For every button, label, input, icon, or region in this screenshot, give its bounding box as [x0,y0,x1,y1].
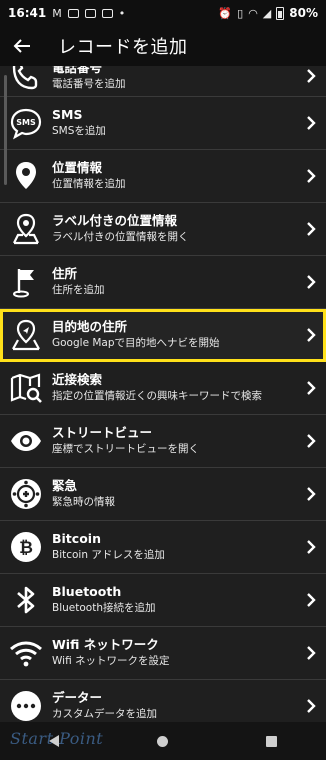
row-subtitle: Bitcoin アドレスを追加 [52,549,165,561]
row-subtitle: 座標でストリートビューを開く [52,443,199,455]
more-dot-icon: • [118,6,126,20]
list-item-emergency[interactable]: 緊急 緊急時の情報 [0,468,326,521]
status-left: 16:41 M • [8,6,125,20]
chevron-right-icon [296,256,326,309]
wifi-status-icon: ◠ [248,6,258,20]
bluetooth-icon [0,574,52,627]
chevron-right-icon [296,203,326,256]
calendar-icon [101,8,113,18]
wifi-icon [0,627,52,680]
navigation-icon [0,309,52,362]
bitcoin-icon: ₿ [0,521,52,574]
row-title: 近接検索 [52,372,103,387]
chevron-right-icon [296,521,326,574]
list-item-address[interactable]: 住所 住所を追加 [0,256,326,309]
row-title: 位置情報 [52,160,103,175]
row-title: Bitcoin [52,531,101,546]
record-type-list: 電話番号 電話番号を追加 SMS SMS SMSを追加 位置情報 位置情報を追加 [0,55,326,733]
chevron-right-icon [296,362,326,415]
chevron-right-icon [296,468,326,521]
row-title: 緊急 [52,478,78,493]
sms-icon: SMS [0,97,52,150]
back-button[interactable] [0,26,44,66]
signal-icon: ◢ [262,6,272,20]
chevron-right-icon [296,309,326,362]
notification-icon [67,8,79,18]
app-bar: レコードを追加 [0,26,326,66]
status-right: ⏰ ▯ ◠ ◢ 80% [218,6,318,20]
folder-icon [84,8,96,18]
row-title: ラベル付きの位置情報 [52,213,178,228]
emergency-icon [0,468,52,521]
list-item-destination-address[interactable]: 目的地の住所 Google Mapで目的地へナビを開始 [0,309,326,362]
labeled-location-icon [0,203,52,256]
battery-level: 80% [289,6,318,20]
row-title: データー [52,690,103,705]
chevron-right-icon [296,574,326,627]
row-subtitle: カスタムデータを追加 [52,708,157,720]
eye-icon [0,415,52,468]
page-title: レコードを追加 [58,37,188,58]
list-item-street-view[interactable]: ストリートビュー 座標でストリートビューを開く [0,415,326,468]
map-search-icon [0,362,52,415]
row-title: ストリートビュー [52,425,153,440]
row-subtitle: SMSを追加 [52,125,106,137]
gmail-icon: M [52,6,62,20]
status-bar: 16:41 M • ⏰ ▯ ◠ ◢ 80% [0,0,326,26]
home-circle-icon [157,735,169,747]
svg-text:SMS: SMS [16,118,36,127]
scrollbar-thumb[interactable] [4,75,7,185]
alarm-icon: ⏰ [218,6,233,20]
location-pin-icon [0,150,52,203]
row-subtitle: 緊急時の情報 [52,496,115,508]
battery-icon [276,6,285,20]
list-item-sms[interactable]: SMS SMS SMSを追加 [0,97,326,150]
row-subtitle: Google Mapで目的地へナビを開始 [52,337,220,349]
row-subtitle: 住所を追加 [52,284,105,296]
svg-text:₿: ₿ [19,538,33,558]
row-subtitle: Wifi ネットワークを設定 [52,655,170,667]
row-subtitle: ラベル付きの位置情報を開く [52,231,189,243]
flag-icon [0,256,52,309]
row-subtitle: Bluetooth接続を追加 [52,602,156,614]
nav-recents-button[interactable] [242,722,302,760]
row-title: 目的地の住所 [52,319,128,334]
chevron-right-icon [296,97,326,150]
row-title: SMS [52,107,83,122]
back-arrow-icon [13,39,30,53]
status-time: 16:41 [8,6,47,20]
nav-home-button[interactable] [133,722,193,760]
row-subtitle: 位置情報を追加 [52,178,126,190]
list-item-wifi[interactable]: Wifi ネットワーク Wifi ネットワークを設定 [0,627,326,680]
list-item-labeled-location[interactable]: ラベル付きの位置情報 ラベル付きの位置情報を開く [0,203,326,256]
row-title: Bluetooth [52,584,122,599]
recents-square-icon [266,735,278,747]
row-title: 住所 [52,266,78,281]
list-item-bitcoin[interactable]: ₿ Bitcoin Bitcoin アドレスを追加 [0,521,326,574]
list-item-bluetooth[interactable]: Bluetooth Bluetooth接続を追加 [0,574,326,627]
row-title: Wifi ネットワーク [52,637,159,652]
chevron-right-icon [296,150,326,203]
chevron-right-icon [296,415,326,468]
list-item-location[interactable]: 位置情報 位置情報を追加 [0,150,326,203]
chevron-right-icon [296,627,326,680]
row-subtitle: 指定の位置情報近くの興味キーワードで検索 [52,390,262,402]
vibrate-icon: ▯ [237,6,244,20]
list-item-nearby-search[interactable]: 近接検索 指定の位置情報近くの興味キーワードで検索 [0,362,326,415]
row-subtitle: 電話番号を追加 [52,77,126,90]
watermark: Start Point [10,729,104,748]
